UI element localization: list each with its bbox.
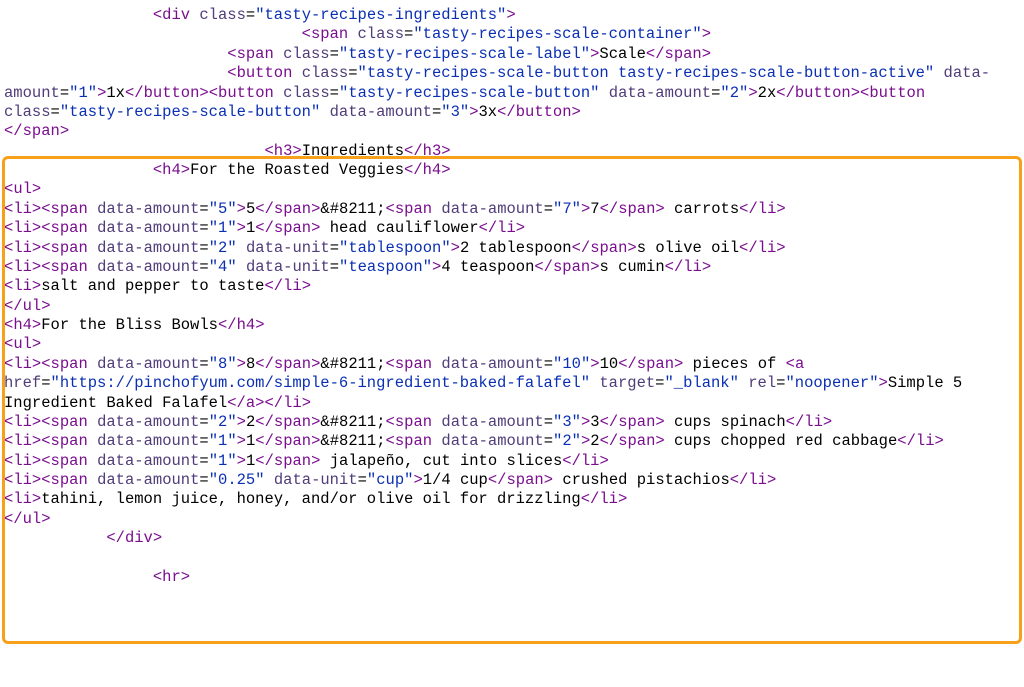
line: </ul>	[4, 510, 51, 528]
html-source-view: <div class="tasty-recipes-ingredients"> …	[0, 0, 1024, 591]
line: <li><span data-amount="0.25" data-unit="…	[4, 471, 776, 489]
line: <li><span data-amount="5">5</span>&#8211…	[4, 200, 786, 218]
line: <li>salt and pepper to taste</li>	[4, 277, 311, 295]
line: <h3>Ingredients</h3>	[4, 142, 451, 160]
line: <li><span data-amount="4" data-unit="tea…	[4, 258, 711, 276]
line: <li><span data-amount="2">2</span>&#8211…	[4, 413, 832, 431]
line: <ul>	[4, 335, 41, 353]
line: <li><span data-amount="1">1</span> head …	[4, 219, 525, 237]
line: <h4>For the Roasted Veggies</h4>	[4, 161, 451, 179]
line: <li>tahini, lemon juice, honey, and/or o…	[4, 490, 627, 508]
line: <li><span data-amount="8">8</span>&#8211…	[4, 355, 972, 412]
line: <ul>	[4, 180, 41, 198]
line: <li><span data-amount="1">1</span> jalap…	[4, 452, 609, 470]
line: </ul>	[4, 297, 51, 315]
line: <li><span data-amount="1">1</span>&#8211…	[4, 432, 944, 450]
line: </span>	[4, 122, 69, 140]
line: <div class="tasty-recipes-ingredients">	[4, 6, 516, 24]
line: <button class="tasty-recipes-scale-butto…	[4, 64, 990, 121]
line: </div>	[4, 529, 162, 547]
line: <hr>	[4, 568, 190, 586]
line: <span class="tasty-recipes-scale-label">…	[4, 45, 711, 63]
line: <h4>For the Bliss Bowls</h4>	[4, 316, 265, 334]
line: <li><span data-amount="2" data-unit="tab…	[4, 239, 786, 257]
line: <span class="tasty-recipes-scale-contain…	[4, 25, 711, 43]
